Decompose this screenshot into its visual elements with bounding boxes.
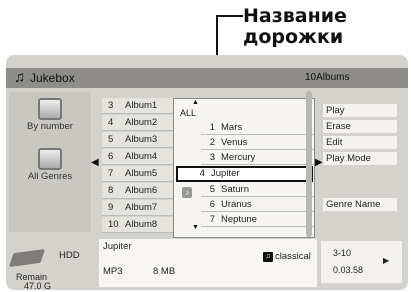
callout-line-2: дорожки [243,26,344,48]
menu-play-mode[interactable]: Play Mode [323,152,397,165]
scrollbar[interactable] [306,91,312,237]
callout-leader-horizontal [217,15,243,17]
album-row[interactable]: 4 Album2 [102,115,182,131]
menu-play[interactable]: Play [323,104,397,117]
info-track-name: Jupiter [103,241,132,252]
info-format: MP3 [103,266,123,277]
track-row[interactable]: 1 Mars [201,121,314,135]
playing-speaker-icon: ♪ [182,187,192,198]
track-row[interactable]: 2 Venus [201,136,314,150]
menu-erase[interactable]: Erase [323,120,397,133]
title-bar: ♫ Jukebox 10Albums [6,68,408,88]
nav-all-genres[interactable]: All Genres [9,148,91,182]
track-row[interactable]: 3 Mercury [201,151,314,165]
track-row[interactable]: 7 Neptune [201,213,314,227]
nav-all-genres-label: All Genres [27,171,73,182]
track-row-selected[interactable]: 4 Jupiter [176,166,313,182]
remain-value: 47.0 G [24,281,52,290]
all-tracks-label[interactable]: ALL [180,108,196,118]
hdd-label: HDD [59,250,80,261]
playback-status: 3-10 0.03.58 ▶ [321,241,402,283]
album-row[interactable]: 9 Album7 [102,200,182,216]
info-genre: classical [275,251,311,262]
track-name-callout: Название дорожки [243,6,347,48]
hdd-icon [8,248,46,268]
nav-by-number[interactable]: By number [9,98,91,132]
scroll-up-icon[interactable]: ▲ [192,99,199,106]
play-icon: ▶ [383,256,390,265]
all-genres-icon [38,148,62,170]
elapsed-time: 0.03.58 [333,265,364,275]
album-row[interactable]: 10 Album8 [102,217,182,233]
genre-icon: ♫ [263,252,273,262]
menu-genre-name[interactable]: Genre Name [323,198,397,211]
by-number-icon [38,98,62,120]
nav-by-number-label: By number [27,121,73,132]
track-position: 3-10 [333,248,352,258]
left-panel: By number All Genres [9,92,91,232]
track-row[interactable]: 5 Saturn [201,183,314,197]
album-row[interactable]: 6 Album4 [102,149,182,165]
album-list: 3 Album1 4 Album2 5 Album3 6 Album4 7 Album5 … [102,98,182,234]
menu-edit[interactable]: Edit [323,136,397,149]
left-arrow-icon[interactable]: ◀ [91,157,99,168]
album-row[interactable]: 8 Album6 [102,183,182,199]
album-row[interactable]: 3 Album1 [102,98,182,114]
scroll-down-icon[interactable]: ▼ [192,224,199,231]
track-list-popup: ▲ ALL 1 Mars 2 Venus 3 Mercury 4 Jupiter 5 Sa… [173,98,315,238]
right-arrow-icon[interactable]: ▶ [315,157,323,168]
album-row[interactable]: 7 Album5 [102,166,182,182]
callout-line-1: Название [243,5,347,27]
jukebox-screen: ♫ Jukebox 10Albums By number All Genres … [6,55,408,290]
info-size: 8 MB [153,266,176,277]
album-count: 10Albums [305,72,350,83]
album-row[interactable]: 5 Album3 [102,132,182,148]
action-menu: Play Erase Edit Play Mode Genre Name [323,98,403,238]
track-info-bar: Jupiter MP3 8 MB ♫ classical [99,239,317,287]
app-title: Jukebox [30,71,75,85]
track-row[interactable]: 6 Uranus [201,198,314,212]
